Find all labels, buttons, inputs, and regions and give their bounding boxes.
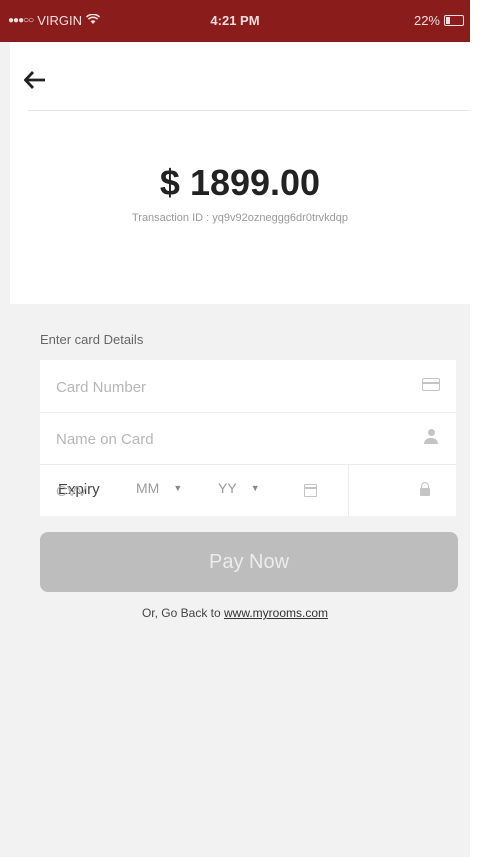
phone-screen: ●●●○○ VIRGIN 4:21 PM 22% $ 1899.00 Trans… xyxy=(0,0,470,857)
go-back-prefix: Or, Go Back to xyxy=(141,606,221,620)
expiry-row: Expiry MM ▼ YY ▼ xyxy=(40,464,456,516)
pay-now-button[interactable]: Pay Now xyxy=(40,532,458,592)
back-button[interactable] xyxy=(23,66,46,94)
person-icon xyxy=(424,429,438,445)
card-details-label: Enter card Details xyxy=(40,332,144,347)
status-time: 4:21 PM xyxy=(210,13,260,28)
battery-percent: 22% xyxy=(413,13,440,28)
header-divider xyxy=(28,110,470,111)
go-back-text: Or, Go Back to www.myrooms.com xyxy=(0,606,470,620)
payment-amount: $ 1899.00 xyxy=(159,162,321,203)
go-back-link[interactable]: www.myrooms.com xyxy=(224,606,328,620)
card-number-row xyxy=(40,360,456,413)
battery-icon xyxy=(444,15,464,26)
arrow-left-icon xyxy=(23,71,45,89)
credit-card-icon xyxy=(422,378,440,391)
battery-status: 22% xyxy=(414,13,464,28)
card-form: Expiry MM ▼ YY ▼ xyxy=(40,360,456,516)
transaction-id: Transaction ID : yq9v92ozneggg6dr0trvkdq… xyxy=(131,212,349,224)
payment-summary: $ 1899.00 Transaction ID : yq9v92ozneggg… xyxy=(10,42,470,304)
cvv-input[interactable] xyxy=(54,476,398,506)
status-bar: ●●●○○ VIRGIN 4:21 PM 22% xyxy=(0,0,470,42)
lock-icon xyxy=(420,482,430,496)
card-number-input[interactable] xyxy=(54,372,398,402)
name-on-card-input[interactable] xyxy=(54,424,398,454)
name-on-card-row xyxy=(40,412,456,465)
